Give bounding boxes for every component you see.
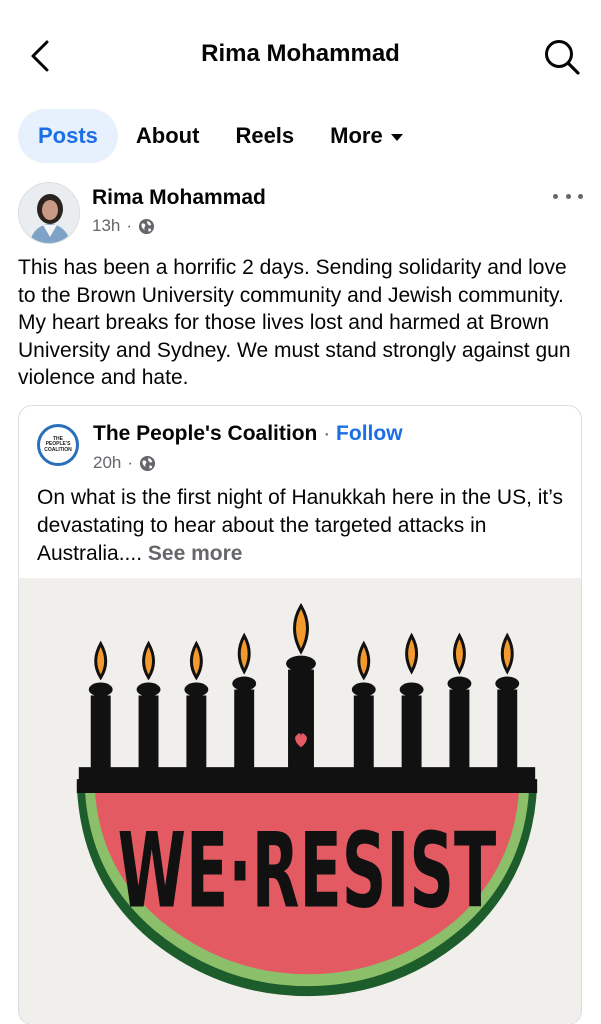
caret-down-icon [390,133,403,141]
avatar[interactable] [18,182,80,244]
page-logo[interactable]: THE PEOPLE'S COALITION [37,424,79,466]
tab-posts-label: Posts [38,123,98,148]
shared-post-header: THE PEOPLE'S COALITION The People's Coal… [37,420,569,476]
image-lettering: WE·RESIST [118,812,497,932]
name-separator: · [323,422,331,445]
page-name-line: The People's Coalition · Follow [93,422,403,446]
globe-icon [139,455,156,471]
shared-post[interactable]: THE PEOPLE'S COALITION The People's Coal… [18,405,582,1024]
globe-icon [138,218,155,234]
app-header: Rima Mohammad [0,0,601,112]
post-time[interactable]: 13h [92,216,120,236]
post-meta: 13h · [92,216,155,236]
tab-about-label: About [135,123,200,148]
see-more-link[interactable]: See more [148,542,243,565]
page-title: Rima Mohammad [201,40,400,67]
tab-about[interactable]: About [118,109,218,163]
shared-post-time[interactable]: 20h [93,453,121,473]
tab-posts[interactable]: Posts [18,109,118,163]
meta-separator: · [126,216,133,235]
profile-tabs: Posts About Reels More [18,108,583,164]
follow-button[interactable]: Follow [336,422,403,445]
shared-post-text: On what is the first night of Hanukkah h… [37,484,571,568]
tab-more-label: More [330,123,383,148]
menorah-illustration: WE·RESIST [19,578,581,1024]
post-image[interactable]: WE·RESIST [19,578,581,1024]
tab-more[interactable]: More [312,109,421,163]
tab-reels-label: Reels [235,123,295,148]
shared-post-body: On what is the first night of Hanukkah h… [37,486,564,565]
post-header: Rima Mohammad 13h · [18,180,583,244]
shared-meta-separator: · [127,453,134,472]
more-horizontal-icon[interactable] [553,186,583,206]
page-name[interactable]: The People's Coalition [93,422,317,445]
search-button[interactable] [541,36,583,78]
post-text: This has been a horrific 2 days. Sending… [18,256,571,390]
search-icon [545,40,580,75]
post-author[interactable]: Rima Mohammad [92,186,266,210]
page-logo-text: THE PEOPLE'S COALITION [44,435,72,453]
shared-post-meta: 20h · [93,453,156,473]
tab-reels[interactable]: Reels [217,109,312,163]
